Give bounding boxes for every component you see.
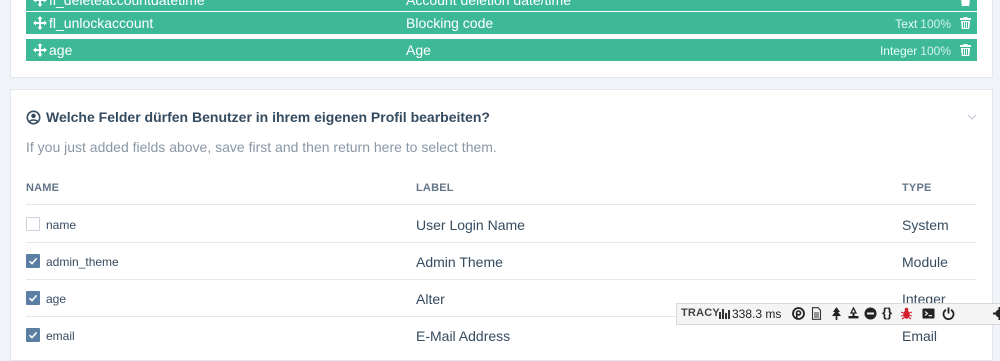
row-label: E-Mail Address xyxy=(416,328,510,344)
field-label: Blocking code xyxy=(406,15,493,31)
execution-time[interactable]: 338.3 ms xyxy=(732,307,781,321)
row-name[interactable]: admin_theme xyxy=(46,255,119,269)
user-icon[interactable] xyxy=(847,307,860,320)
user-circle-icon xyxy=(26,110,41,125)
row-name[interactable]: age xyxy=(46,292,66,306)
field-name: age xyxy=(49,42,72,58)
field-name: fl_deleteaccountdatetime xyxy=(49,0,205,8)
terminal-icon[interactable] xyxy=(922,307,935,320)
row-type: Module xyxy=(902,254,948,270)
table-row: admin_theme Admin Theme Module xyxy=(26,242,976,280)
field-type-text: Integer xyxy=(880,44,917,58)
move-icon[interactable] xyxy=(33,16,47,30)
minus-circle-icon[interactable] xyxy=(864,307,877,320)
table-row: name User Login Name System xyxy=(26,205,976,243)
field-row-age[interactable]: age Age Integer100% xyxy=(26,39,977,61)
move-icon[interactable] xyxy=(33,43,47,57)
field-type-text: Text xyxy=(895,17,917,31)
trash-icon[interactable] xyxy=(960,0,971,6)
row-label: User Login Name xyxy=(416,217,525,233)
column-header-type: TYPE xyxy=(902,182,932,194)
field-checkbox[interactable] xyxy=(26,328,40,342)
field-label: Age xyxy=(406,42,431,58)
trash-icon[interactable] xyxy=(960,17,971,29)
braces-icon[interactable]: {} xyxy=(882,305,892,320)
field-checkbox[interactable] xyxy=(26,254,40,268)
row-name[interactable]: name xyxy=(46,218,76,232)
field-row-fl-unlockaccount[interactable]: fl_unlockaccount Blocking code Text100% xyxy=(26,12,977,34)
checkmark-icon xyxy=(28,330,38,340)
trash-icon[interactable] xyxy=(960,44,971,56)
tracy-debug-bar[interactable]: TRACY 338.3 ms {} xyxy=(676,303,1000,325)
gear-icon[interactable] xyxy=(993,307,1000,320)
row-type: Email xyxy=(902,328,937,344)
section-hint: If you just added fields above, save fir… xyxy=(26,139,497,155)
section-title: Welche Felder dürfen Benutzer in ihrem e… xyxy=(46,109,490,126)
field-checkbox[interactable] xyxy=(26,291,40,305)
tree-icon[interactable] xyxy=(830,307,843,320)
document-icon[interactable] xyxy=(810,307,823,320)
field-label: Account deletion date/time xyxy=(406,0,571,8)
row-type: System xyxy=(902,217,949,233)
field-width-percent: 100% xyxy=(920,17,951,31)
field-type: Integer100% xyxy=(880,44,951,58)
checkmark-icon xyxy=(28,256,38,266)
checkmark-icon xyxy=(28,293,38,303)
field-checkbox[interactable] xyxy=(26,217,40,231)
row-label: Alter xyxy=(416,291,445,307)
field-type: Text100% xyxy=(895,17,951,31)
column-header-label: LABEL xyxy=(416,182,454,194)
column-header-name: NAME xyxy=(26,182,59,194)
bug-icon[interactable] xyxy=(900,307,913,320)
chevron-down-icon[interactable] xyxy=(966,112,978,122)
move-icon[interactable] xyxy=(33,0,47,7)
field-name: fl_unlockaccount xyxy=(49,15,153,31)
tracy-logo[interactable]: TRACY xyxy=(681,307,720,319)
row-label: Admin Theme xyxy=(416,254,503,270)
processwire-icon[interactable] xyxy=(792,307,805,320)
field-width-percent: 100% xyxy=(920,44,951,58)
field-row-fl-deleteaccountdatetime[interactable]: fl_deleteaccountdatetime Account deletio… xyxy=(26,0,977,11)
row-name[interactable]: email xyxy=(46,329,75,343)
power-icon[interactable] xyxy=(942,307,955,320)
bar-chart-icon xyxy=(719,308,730,319)
